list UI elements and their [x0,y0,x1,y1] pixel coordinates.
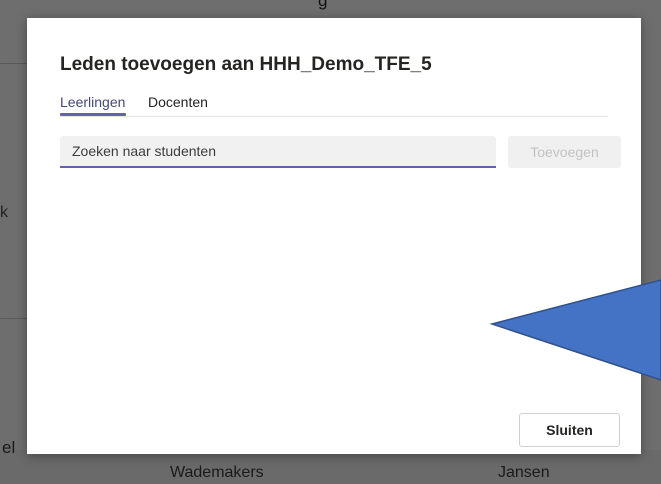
background-text-fragment: el [2,438,16,457]
add-button[interactable]: Toevoegen [508,136,621,168]
background-text-fragment: g [318,0,328,10]
close-button[interactable]: Sluiten [519,413,620,447]
search-students-input[interactable] [60,136,496,168]
tab-leerlingen[interactable]: Leerlingen [60,94,125,110]
add-members-dialog: Leden toevoegen aan HHH_Demo_TFE_5 Leerl… [27,18,641,454]
background-divider [0,318,27,319]
active-tab-indicator [60,113,126,116]
dialog-title: Leden toevoegen aan HHH_Demo_TFE_5 [60,54,432,75]
background-bottom-strip [0,450,661,484]
background-divider [0,63,27,64]
tab-docenten[interactable]: Docenten [148,94,208,110]
background-name-fragment: Jansen [498,464,550,481]
background-name-fragment: Wademakers [170,464,264,481]
background-text-fragment: k [0,204,8,221]
member-type-tabs: Leerlingen Docenten [60,94,608,117]
